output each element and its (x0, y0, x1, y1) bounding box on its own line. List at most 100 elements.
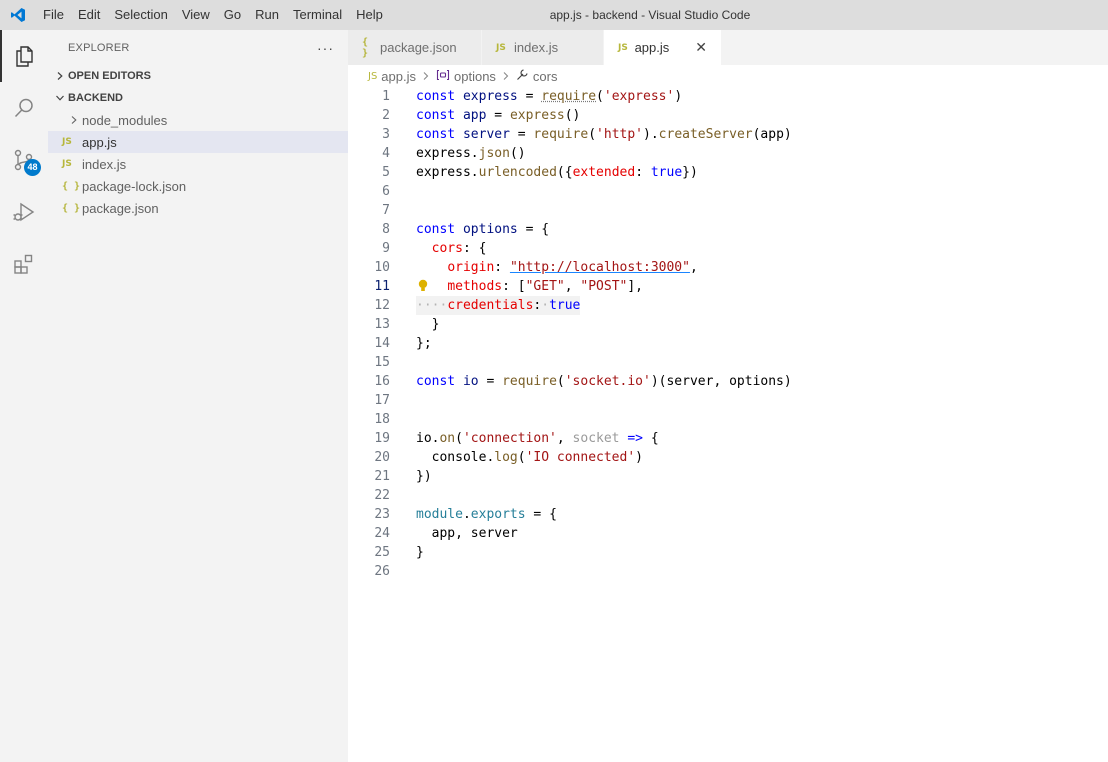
variable-icon (436, 69, 450, 84)
line-number: 21 (374, 469, 390, 484)
tree-item-package-json[interactable]: { } package.json (48, 197, 348, 219)
code-line: 22 (348, 486, 1108, 505)
code-line: 9 cors: { (348, 239, 1108, 258)
tree-item-label: index.js (82, 156, 127, 172)
breadcrumb-symbol-options[interactable]: options (454, 69, 496, 84)
line-number: 22 (374, 488, 390, 503)
code-line: 16 const io = require('socket.io')(serve… (348, 372, 1108, 391)
run-debug-button[interactable] (0, 186, 48, 238)
menu-help[interactable]: Help (349, 0, 390, 30)
search-button[interactable] (0, 82, 48, 134)
code-line: 14 }; (348, 334, 1108, 353)
code-text: const io = require('socket.io')(server, … (416, 374, 792, 389)
menu-bar: File Edit Selection View Go Run Terminal… (36, 0, 390, 30)
explorer-button[interactable] (0, 30, 48, 82)
js-file-icon: JS (368, 70, 378, 82)
explorer-header: EXPLORER ··· (48, 30, 348, 65)
line-number: 11 (374, 279, 390, 294)
code-text: cors: { (431, 241, 487, 256)
chevron-right-icon (502, 69, 510, 84)
open-editors-section[interactable]: OPEN EDITORS (48, 65, 348, 87)
explorer-sidebar: EXPLORER ··· OPEN EDITORS BACKEND node_m… (48, 30, 348, 762)
tree-item-node-modules[interactable]: node_modules (48, 109, 348, 131)
menu-file[interactable]: File (36, 0, 71, 30)
line-number: 1 (382, 89, 390, 104)
code-line: 2 const app = express() (348, 106, 1108, 125)
open-editors-label: OPEN EDITORS (68, 70, 151, 82)
code-text: } (416, 545, 424, 560)
menu-edit[interactable]: Edit (71, 0, 107, 30)
code-text: }) (416, 469, 432, 484)
tree-item-app-js[interactable]: JS app.js (48, 131, 348, 153)
vscode-logo-icon (0, 0, 36, 30)
code-line: 20 console.log('IO connected') (348, 448, 1108, 467)
menu-view[interactable]: View (175, 0, 217, 30)
explorer-title: EXPLORER (68, 41, 130, 54)
code-text: const express = require('express') (416, 89, 683, 104)
code-text: console.log('IO connected') (416, 450, 643, 465)
extensions-button[interactable] (0, 238, 48, 290)
tab-index-js[interactable]: JS index.js (482, 30, 604, 65)
line-number: 6 (382, 184, 390, 199)
breadcrumb-file[interactable]: app.js (381, 69, 416, 84)
code-text: io.on('connection', socket => { (416, 431, 659, 446)
code-line: 10 origin: "http://localhost:3000", (348, 258, 1108, 277)
code-line: 1 const express = require('express') (348, 87, 1108, 106)
more-actions-icon[interactable]: ··· (317, 40, 334, 56)
tab-label: package.json (380, 40, 457, 55)
backend-folder-section[interactable]: BACKEND (48, 87, 348, 109)
line-number: 20 (374, 450, 390, 465)
chevron-right-icon (52, 65, 68, 87)
line-number: 15 (374, 355, 390, 370)
line-number: 10 (374, 260, 390, 275)
js-file-icon: JS (62, 137, 72, 147)
source-control-button[interactable]: 48 (0, 134, 48, 186)
json-file-icon: { } (62, 180, 81, 192)
tree-item-index-js[interactable]: JS index.js (48, 153, 348, 175)
line-number: 2 (382, 108, 390, 123)
line-number: 5 (382, 165, 390, 180)
source-control-badge: 48 (24, 159, 41, 176)
code-line: 8 const options = { (348, 220, 1108, 239)
code-text: express.urlencoded({extended: true}) (416, 165, 698, 180)
breadcrumb-symbol-cors[interactable]: cors (533, 69, 558, 84)
chevron-down-icon (52, 87, 68, 109)
tab-package-json[interactable]: { } package.json (348, 30, 482, 65)
code-line: 13 } (348, 315, 1108, 334)
menu-go[interactable]: Go (217, 0, 248, 30)
line-number: 16 (374, 374, 390, 389)
code-text: const app = express() (416, 108, 581, 123)
line-number: 4 (382, 146, 390, 161)
code-line: 6 (348, 182, 1108, 201)
chevron-right-icon (66, 109, 82, 131)
tab-label: index.js (514, 40, 559, 55)
extensions-icon (14, 254, 33, 274)
activity-bar: 48 (0, 30, 48, 762)
code-line: 24 app, server (348, 524, 1108, 543)
json-file-icon: { } (62, 202, 81, 214)
code-line: 3 const server = require('http').createS… (348, 125, 1108, 144)
code-line: 25 } (348, 543, 1108, 562)
tab-app-js[interactable]: JS app.js ✕ (604, 30, 722, 65)
title-bar: File Edit Selection View Go Run Terminal… (0, 0, 1108, 30)
line-number: 13 (374, 317, 390, 332)
tree-item-label: package.json (82, 200, 159, 216)
line-number: 12 (374, 298, 390, 313)
tree-item-label: package-lock.json (82, 178, 187, 194)
menu-run[interactable]: Run (248, 0, 286, 30)
code-text: app, server (416, 526, 518, 541)
menu-terminal[interactable]: Terminal (286, 0, 349, 30)
breadcrumb: JS app.js options cors (348, 65, 1108, 87)
js-file-icon: JS (496, 42, 506, 53)
menu-selection[interactable]: Selection (107, 0, 174, 30)
tab-label: app.js (634, 40, 670, 55)
code-editor[interactable]: 1 const express = require('express') 2 c… (348, 87, 1108, 762)
code-line: 23 module.exports = { (348, 505, 1108, 524)
tree-item-package-lock-json[interactable]: { } package-lock.json (48, 175, 348, 197)
code-line: 26 (348, 562, 1108, 581)
line-number: 17 (374, 393, 390, 408)
line-number: 8 (382, 222, 390, 237)
close-icon[interactable]: ✕ (695, 39, 707, 56)
code-text: origin: "http://localhost:3000", (447, 260, 698, 275)
code-text: module.exports = { (416, 507, 557, 522)
